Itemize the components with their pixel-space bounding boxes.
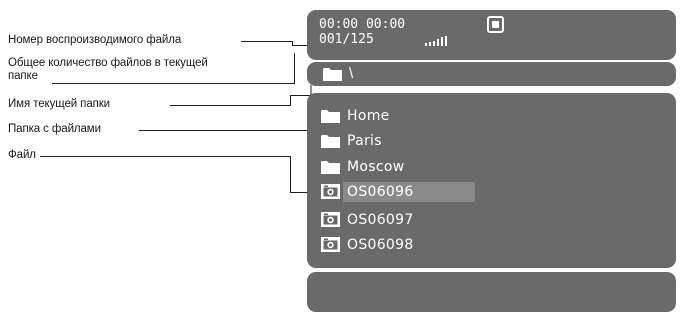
time-display: 00:00 00:00 — [319, 17, 406, 32]
folder-icon — [321, 161, 340, 174]
leader-file-count — [52, 53, 295, 84]
photo-icon — [321, 237, 340, 252]
photo-icon — [321, 212, 340, 227]
list-item-label: OS06097 — [347, 212, 414, 228]
leader-file — [40, 156, 318, 193]
folder-icon — [321, 110, 340, 123]
folder-path-text: \ — [349, 65, 354, 82]
list-item-label: Moscow — [347, 159, 405, 175]
file-counter: 001/125 — [319, 32, 374, 47]
list-item-os06097[interactable]: OS06097 — [321, 210, 661, 230]
status-panel: 00:00 00:00 001/125 — [307, 10, 676, 60]
list-item-label: OS06096 — [347, 184, 414, 200]
list-item-paris[interactable]: Paris — [321, 131, 661, 151]
photo-icon — [321, 184, 340, 199]
list-item-home[interactable]: Home — [321, 106, 661, 126]
folder-icon — [321, 135, 340, 148]
current-folder-bar: \ — [307, 62, 676, 86]
signal-bars-icon — [425, 36, 447, 46]
folder-icon — [323, 68, 342, 81]
list-item-label: Home — [347, 108, 390, 124]
leader-current-folder — [170, 85, 312, 106]
list-item-os06098[interactable]: OS06098 — [321, 235, 661, 255]
stop-icon[interactable] — [487, 16, 504, 33]
list-item-label: OS06098 — [347, 237, 414, 253]
list-item-label: Paris — [347, 133, 382, 149]
list-item-moscow[interactable]: Moscow — [321, 157, 661, 177]
info-panel — [307, 272, 676, 312]
list-item-os06096[interactable]: OS06096 — [321, 182, 661, 202]
file-list-panel: Home Paris Moscow OS06096 OS06097 OS0609… — [307, 93, 676, 268]
